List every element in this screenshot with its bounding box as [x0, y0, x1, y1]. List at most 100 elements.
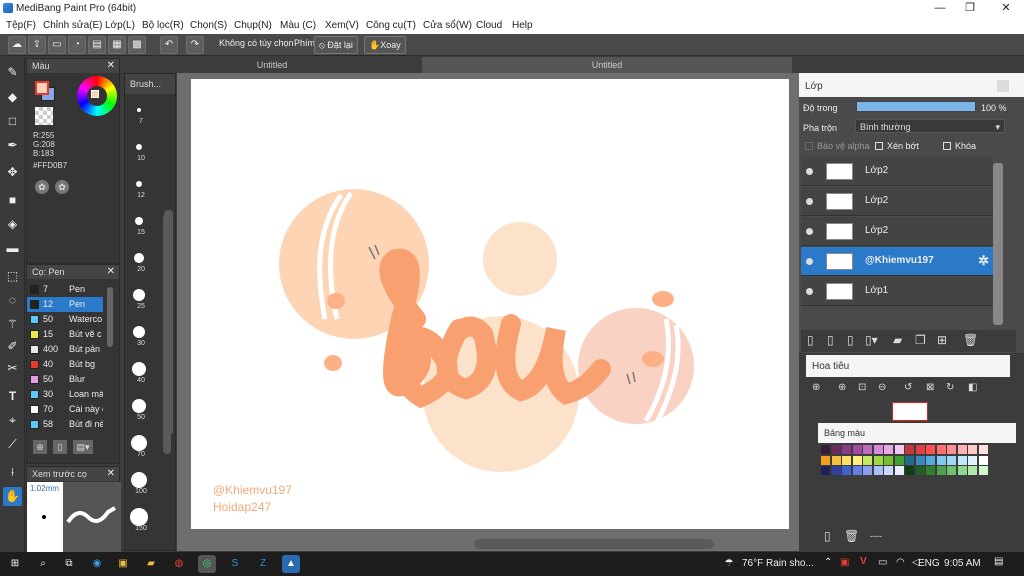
duplicate-layer-icon[interactable]: ❐ [915, 333, 926, 347]
menu-layer[interactable]: Lớp(L) [105, 20, 135, 31]
menu-view[interactable]: Xem(V) [325, 20, 359, 31]
network-icon[interactable]: ▭ [878, 557, 887, 568]
palette-swatch[interactable] [821, 466, 830, 475]
menu-filter[interactable]: Bộ lọc(R) [142, 20, 184, 31]
dropper2-icon[interactable]: ⟊ [3, 463, 22, 482]
rotate-button[interactable]: ✋Xoay [364, 36, 406, 54]
brush-size-dot[interactable] [133, 289, 145, 301]
palette-swatch[interactable] [957, 455, 967, 465]
palette-swatch[interactable] [947, 466, 956, 475]
blend-mode-select[interactable]: Bình thường ▾ [855, 119, 1005, 133]
palette-swatch[interactable] [936, 445, 946, 454]
reset-button[interactable]: ⦸ Đặt lại [314, 36, 358, 54]
lasso-icon[interactable]: ◌ [3, 291, 22, 310]
palette-swatch[interactable] [978, 455, 988, 465]
add-layer-menu-icon[interactable]: ▯▾ [865, 333, 878, 347]
share-icon[interactable]: ⇪ [28, 36, 46, 54]
palette-swatch[interactable] [915, 455, 925, 465]
palette-swatch[interactable] [842, 445, 851, 454]
shape-tool-icon[interactable]: □ [3, 112, 22, 131]
brush-size-dot[interactable] [134, 253, 144, 263]
palette-swatch[interactable] [873, 455, 883, 465]
menu-file[interactable]: Tệp(F) [6, 20, 36, 31]
new-halftone-layer-icon[interactable]: ▯ [827, 333, 834, 347]
brush-menu-icon[interactable]: ▤▾ [73, 440, 93, 454]
zalo-icon[interactable]: Z [254, 555, 272, 573]
brush-list-item[interactable]: 15 Bút vẽ c [27, 327, 103, 342]
fit-icon[interactable]: ⊡ [858, 382, 866, 393]
layer-panel-close-icon[interactable] [997, 80, 1009, 92]
brush-size-dot[interactable] [136, 144, 142, 150]
eraser-tool-icon[interactable]: ◆ [3, 88, 22, 107]
flip-icon[interactable]: ◧ [968, 382, 977, 393]
palette-swatch[interactable] [852, 445, 862, 454]
cloud-icon[interactable]: ☁ [8, 36, 26, 54]
windows-start-icon[interactable]: ⊞ [6, 555, 24, 573]
add-brush-icon[interactable]: ⊕ [33, 440, 47, 454]
brush-size-dot[interactable] [135, 217, 143, 225]
menu-window[interactable]: Cửa sổ(W) [423, 20, 472, 31]
layer-row[interactable]: Lớp2 [801, 187, 993, 216]
palette-swatch[interactable] [852, 455, 862, 465]
brush-size-dot[interactable] [133, 326, 145, 338]
document-icon[interactable]: ▤ [88, 36, 106, 54]
brush-list-item[interactable]: 40 Bút bg [27, 357, 103, 372]
opacity-slider[interactable] [856, 101, 976, 112]
tile-icon[interactable]: ▩ [128, 36, 146, 54]
palette-swatch[interactable] [905, 445, 914, 454]
palette-swatch[interactable] [831, 455, 841, 465]
new-brush-icon[interactable]: ▯ [53, 440, 67, 454]
store-icon[interactable]: ▣ [114, 555, 132, 573]
close-icon[interactable]: ✕ [107, 468, 115, 479]
brush-list-item[interactable]: 30 Loan mà [27, 387, 103, 402]
drawing-canvas[interactable]: @Khiemvu197 Hoidap247 [191, 79, 789, 529]
brush-size-dot[interactable] [132, 399, 146, 413]
menu-edit[interactable]: Chỉnh sửa(E) [43, 20, 103, 31]
select-pen-icon[interactable]: ✐ [3, 337, 22, 356]
redo-icon[interactable]: ↷ [186, 36, 204, 54]
palette-swatch[interactable] [894, 455, 904, 465]
brush-list-scrollbar[interactable] [107, 287, 113, 347]
palette-swatch[interactable] [926, 455, 935, 465]
brush-list-item[interactable]: 70 Cài này c [27, 402, 103, 417]
paint-app-icon[interactable]: ▲ [282, 555, 300, 573]
chat-icon[interactable]: ◔ [68, 36, 86, 54]
rotate-right-icon[interactable]: ↻ [946, 382, 954, 393]
palette-swatch[interactable] [936, 455, 946, 465]
palette-swatch[interactable] [905, 466, 914, 475]
grid-icon[interactable]: ▦ [108, 36, 126, 54]
palette-swatch[interactable] [926, 445, 935, 454]
palette-swatch[interactable] [915, 445, 925, 454]
brush-list-item[interactable]: 50 Blur [27, 372, 103, 387]
brush-size-dot[interactable] [137, 108, 141, 112]
canvas-horizontal-scrollbar[interactable] [474, 539, 714, 549]
brush-size-dot[interactable] [132, 362, 146, 376]
menu-tools[interactable]: Công cụ(T) [366, 20, 416, 31]
palette-swatch[interactable] [926, 466, 935, 475]
palette-swatch[interactable] [957, 466, 967, 475]
palette-swatch[interactable] [873, 445, 883, 454]
palette-swatch[interactable] [947, 455, 956, 465]
palette-swatch[interactable] [968, 455, 977, 465]
fill-rect-tool-icon[interactable]: ■ [3, 191, 22, 210]
palette-swatch[interactable] [968, 466, 977, 475]
palette-swatch[interactable] [936, 466, 946, 475]
zoom-in-icon[interactable]: ⊕ [812, 382, 820, 393]
brush-list-item[interactable]: 12 Pen [27, 297, 103, 312]
eye-icon[interactable] [806, 198, 813, 205]
medibang-app-icon[interactable]: ◎ [198, 555, 216, 573]
palette-swatch[interactable] [863, 455, 872, 465]
undo-icon[interactable]: ↶ [160, 36, 178, 54]
chrome-icon[interactable]: ◍ [170, 555, 188, 573]
tray-app1-icon[interactable]: ▣ [840, 557, 849, 568]
palette-swatch[interactable] [978, 466, 988, 475]
brush-size-dot[interactable] [131, 472, 147, 488]
zoom-in2-icon[interactable]: ⊕ [838, 382, 846, 393]
notification-icon[interactable]: ▤ [994, 556, 1003, 567]
close-icon[interactable]: ✕ [107, 266, 115, 277]
navigator-thumbnail[interactable] [892, 402, 928, 421]
palette-swatch[interactable] [863, 466, 872, 475]
weather-text[interactable]: 76°F Rain sho... [742, 558, 814, 569]
palette-swatch[interactable] [831, 466, 841, 475]
hand-tool-icon[interactable]: ✋ [3, 487, 22, 506]
